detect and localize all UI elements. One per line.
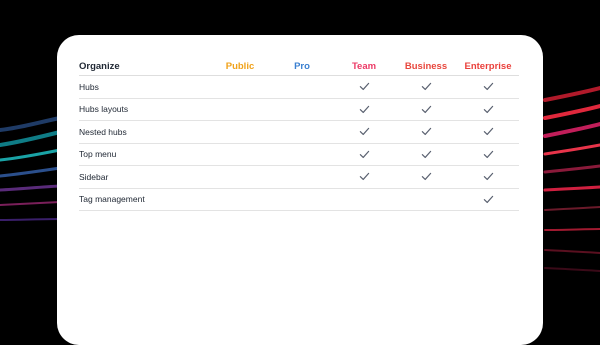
- plan-header-public: Public: [209, 59, 271, 76]
- checkmark-icon: [483, 81, 494, 91]
- plan-cell: [209, 98, 271, 121]
- plan-cell: [209, 165, 271, 189]
- checkmark-icon: [359, 81, 370, 91]
- plan-cell: [333, 143, 395, 166]
- checkmark-icon: [483, 171, 494, 181]
- plan-header-business: Business: [395, 59, 457, 76]
- plan-header-enterprise: Enterprise: [457, 59, 519, 76]
- plan-cell: [395, 75, 457, 99]
- plan-cell: [209, 188, 271, 211]
- plan-cell: [457, 75, 519, 99]
- checkmark-icon: [421, 81, 432, 91]
- checkmark-icon: [421, 126, 432, 136]
- table-header-row: Organize Public Pro Team Business Enterp…: [79, 59, 519, 76]
- checkmark-icon: [359, 149, 370, 159]
- table-row: Hubs layouts: [79, 98, 519, 121]
- plan-cell: [271, 143, 333, 166]
- plan-cell: [271, 165, 333, 189]
- feature-label: Hubs layouts: [79, 98, 209, 121]
- feature-label: Tag management: [79, 188, 209, 211]
- plan-cell: [209, 143, 271, 166]
- plan-cell: [333, 75, 395, 99]
- checkmark-icon: [483, 194, 494, 204]
- checkmark-icon: [483, 104, 494, 114]
- plan-cell: [395, 120, 457, 144]
- plan-cell: [395, 165, 457, 189]
- plan-cell: [395, 98, 457, 121]
- checkmark-icon: [421, 104, 432, 114]
- plan-cell: [457, 120, 519, 144]
- plan-cell: [395, 143, 457, 166]
- feature-label: Top menu: [79, 143, 209, 166]
- table-body: Hubs Hubs layouts Nested hubs Top menu Sideb…: [79, 75, 519, 211]
- plan-cell: [457, 188, 519, 211]
- plan-cell: [333, 165, 395, 189]
- checkmark-icon: [359, 104, 370, 114]
- plan-cell: [271, 188, 333, 211]
- checkmark-icon: [359, 126, 370, 136]
- plan-cell: [209, 120, 271, 144]
- plan-cell: [457, 143, 519, 166]
- plan-cell: [271, 120, 333, 144]
- feature-label: Nested hubs: [79, 120, 209, 144]
- plan-cell: [457, 165, 519, 189]
- plan-cell: [271, 98, 333, 121]
- plan-header-team: Team: [333, 59, 395, 76]
- table-row: Hubs: [79, 75, 519, 99]
- plan-cell: [209, 75, 271, 99]
- checkmark-icon: [483, 149, 494, 159]
- checkmark-icon: [483, 126, 494, 136]
- section-title: Organize: [79, 59, 209, 76]
- feature-label: Hubs: [79, 75, 209, 99]
- plan-cell: [271, 75, 333, 99]
- feature-comparison-table: Organize Public Pro Team Business Enterp…: [79, 59, 519, 211]
- pricing-card: Organize Public Pro Team Business Enterp…: [57, 35, 543, 345]
- plan-cell: [333, 98, 395, 121]
- checkmark-icon: [421, 171, 432, 181]
- plan-cell: [333, 120, 395, 144]
- plan-cell: [333, 188, 395, 211]
- table-row: Tag management: [79, 188, 519, 211]
- checkmark-icon: [421, 149, 432, 159]
- plan-header-pro: Pro: [271, 59, 333, 76]
- feature-label: Sidebar: [79, 165, 209, 189]
- table-row: Top menu: [79, 143, 519, 166]
- plan-cell: [457, 98, 519, 121]
- table-row: Nested hubs: [79, 120, 519, 144]
- table-row: Sidebar: [79, 165, 519, 189]
- plan-cell: [395, 188, 457, 211]
- checkmark-icon: [359, 171, 370, 181]
